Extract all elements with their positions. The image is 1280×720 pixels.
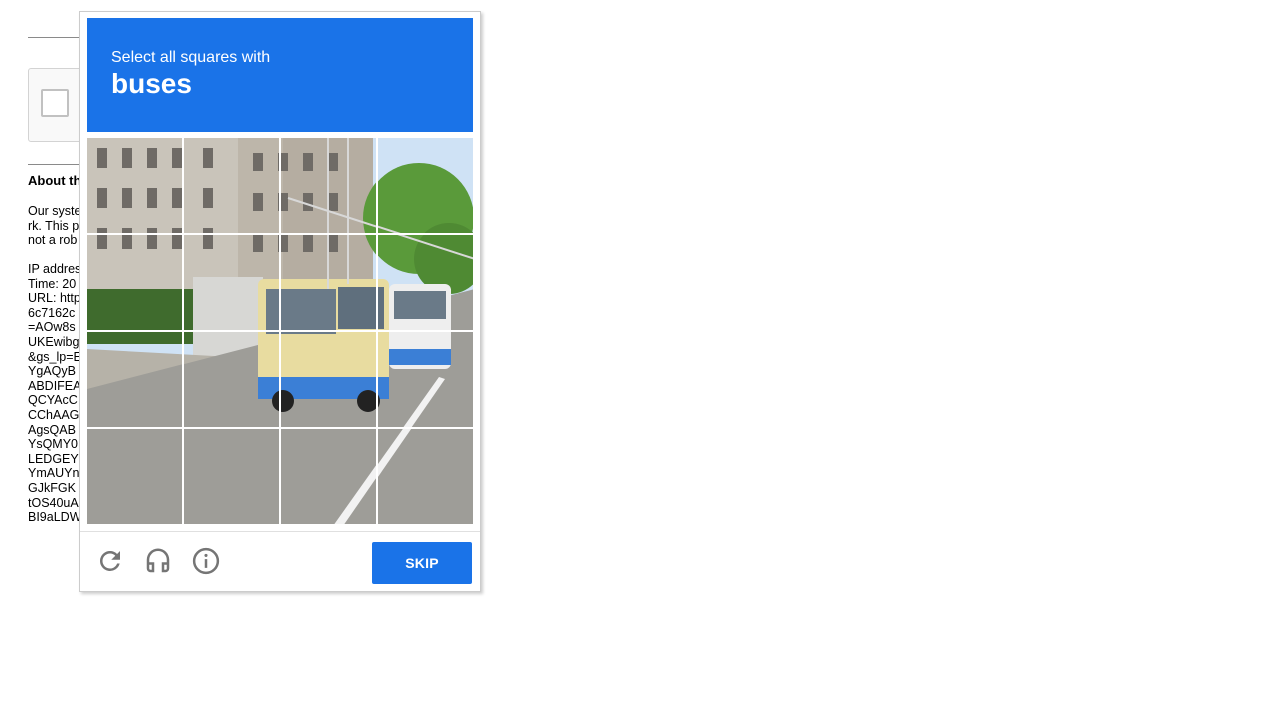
image-tile[interactable] <box>184 138 279 233</box>
request-info: IP addres Time: 20 URL: http 6c7162c =AO… <box>28 262 80 525</box>
challenge-target: buses <box>111 68 192 99</box>
paragraph-line: rk. This p <box>28 218 80 233</box>
info-line: QCYAcC <box>28 393 78 408</box>
image-tile[interactable] <box>378 332 473 427</box>
info-line: 6c7162c <box>28 305 76 320</box>
image-tile[interactable] <box>281 235 376 330</box>
skip-button[interactable]: SKIP <box>372 542 472 584</box>
info-line: AgsQAB <box>28 422 76 437</box>
not-a-robot-checkbox[interactable] <box>41 89 69 117</box>
info-line: UKEwibg <box>28 334 80 349</box>
info-line: =AOw8s <box>28 320 76 335</box>
info-line: GJkFGK <box>28 480 76 495</box>
info-line: IP addres <box>28 262 80 276</box>
info-line: &gs_lp=E <box>28 349 80 364</box>
info-line: LEDGEY <box>28 451 79 466</box>
info-line: ABDIFEA <box>28 378 80 393</box>
image-tile[interactable] <box>378 138 473 233</box>
challenge-header: Select all squares with buses <box>87 18 473 132</box>
image-tile[interactable] <box>281 138 376 233</box>
image-tile[interactable] <box>184 332 279 427</box>
image-tile[interactable] <box>378 235 473 330</box>
image-tile[interactable] <box>184 235 279 330</box>
recaptcha-challenge-dialog: Select all squares with buses SKIP <box>79 11 481 592</box>
about-heading: About th <box>28 174 80 188</box>
info-icon[interactable] <box>191 546 221 576</box>
info-line: CChAAG <box>28 407 80 422</box>
page: About th Our syste rk. This p not a rob … <box>0 0 1280 720</box>
about-paragraph: Our syste rk. This p not a rob <box>28 204 80 248</box>
image-tile[interactable] <box>87 235 182 330</box>
image-tile[interactable] <box>378 429 473 524</box>
image-tile-grid <box>87 138 473 524</box>
challenge-instruction: Select all squares with <box>111 49 271 66</box>
info-line: YmAUYn <box>28 466 80 481</box>
image-tile[interactable] <box>184 429 279 524</box>
info-line: Time: 20 <box>28 276 77 291</box>
challenge-footer: SKIP <box>80 531 480 592</box>
paragraph-line: not a rob <box>28 233 78 248</box>
info-line: YgAQyB <box>28 364 76 379</box>
info-line: URL: http <box>28 291 80 306</box>
image-tile[interactable] <box>281 429 376 524</box>
image-tile[interactable] <box>87 332 182 427</box>
image-tile[interactable] <box>87 138 182 233</box>
info-line: BI9aLDW <box>28 510 80 525</box>
reload-icon[interactable] <box>95 546 125 576</box>
image-tile[interactable] <box>87 429 182 524</box>
image-tile[interactable] <box>281 332 376 427</box>
info-line: YsQMY0 <box>28 437 79 452</box>
audio-headphones-icon[interactable] <box>143 546 173 576</box>
paragraph-line: Our syste <box>28 204 80 218</box>
info-line: tOS40uA <box>28 495 79 510</box>
